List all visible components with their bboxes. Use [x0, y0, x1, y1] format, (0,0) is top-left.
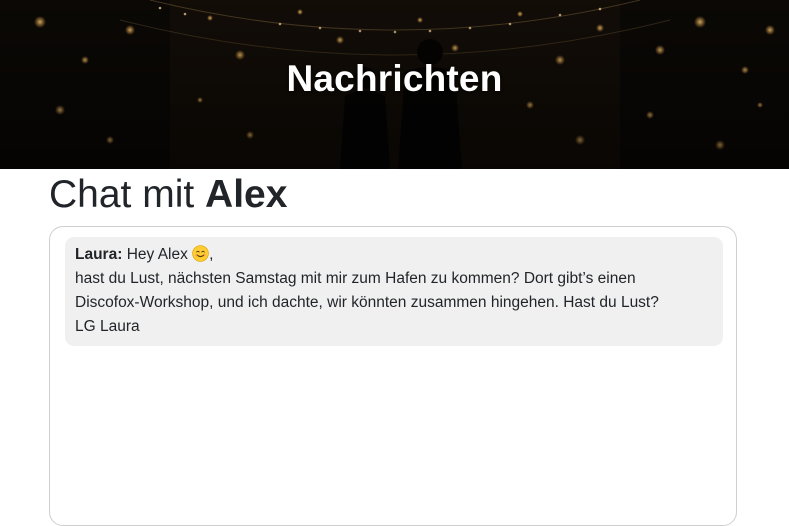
chat-message: Laura: Hey Alex , hast du Lust, nächsten…: [65, 237, 723, 346]
message-greeting: Hey Alex: [126, 246, 188, 263]
message-sender: Laura:: [75, 246, 123, 263]
message-signature: LG Laura: [75, 318, 140, 335]
smiling-face-icon: [192, 245, 209, 262]
page-banner-title: Nachrichten: [286, 58, 503, 99]
chat-message-list[interactable]: Laura: Hey Alex , hast du Lust, nächsten…: [49, 226, 737, 526]
chat-heading: Chat mit Alex: [49, 172, 287, 218]
chat-heading-prefix: Chat mit: [49, 173, 195, 216]
chat-partner-name: Alex: [205, 173, 288, 216]
message-line: hast du Lust, nächsten Samstag mit mir z…: [75, 270, 636, 287]
message-line: Discofox-Workshop, und ich dachte, wir k…: [75, 294, 659, 311]
message-greeting-suffix: ,: [209, 246, 214, 263]
header-banner: Nachrichten: [0, 0, 789, 169]
message-first-line: Laura: Hey Alex ,: [75, 243, 713, 267]
